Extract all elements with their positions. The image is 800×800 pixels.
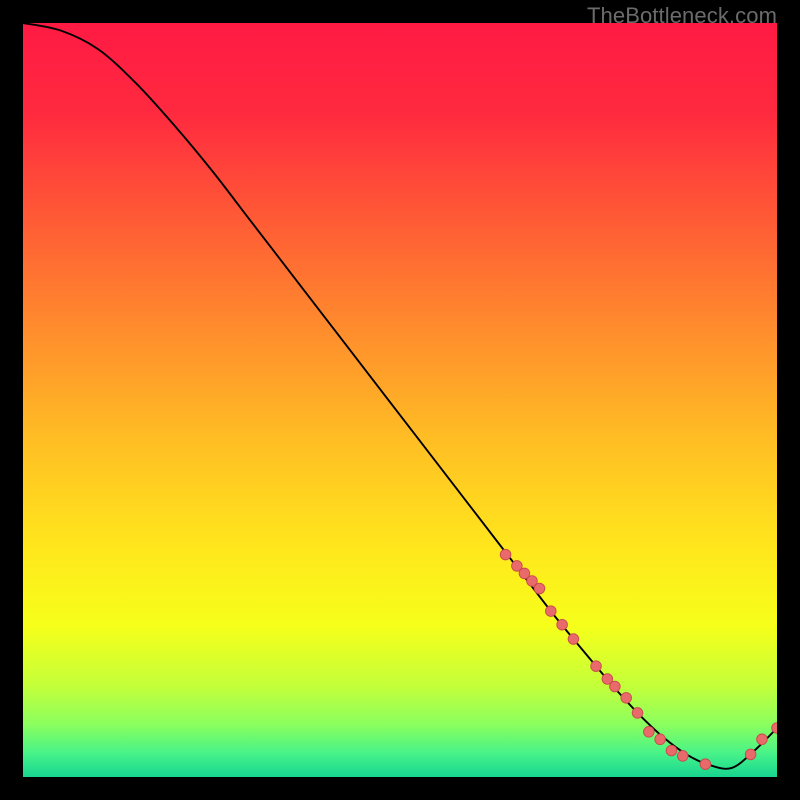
data-marker bbox=[557, 619, 568, 630]
gradient-background bbox=[23, 23, 777, 777]
data-marker bbox=[644, 726, 655, 737]
data-marker bbox=[700, 759, 711, 770]
data-marker bbox=[610, 681, 621, 692]
data-marker bbox=[546, 606, 557, 617]
data-marker bbox=[632, 708, 643, 719]
data-marker bbox=[568, 634, 579, 645]
chart-svg bbox=[23, 23, 777, 777]
chart-container: TheBottleneck.com bbox=[0, 0, 800, 800]
plot-area bbox=[23, 23, 777, 777]
data-marker bbox=[591, 661, 602, 672]
data-marker bbox=[655, 734, 666, 745]
data-marker bbox=[677, 751, 688, 762]
data-marker bbox=[745, 749, 756, 760]
data-marker bbox=[534, 583, 545, 594]
data-marker bbox=[500, 549, 511, 560]
data-marker bbox=[666, 745, 677, 756]
data-marker bbox=[757, 734, 768, 745]
data-marker bbox=[621, 693, 632, 704]
